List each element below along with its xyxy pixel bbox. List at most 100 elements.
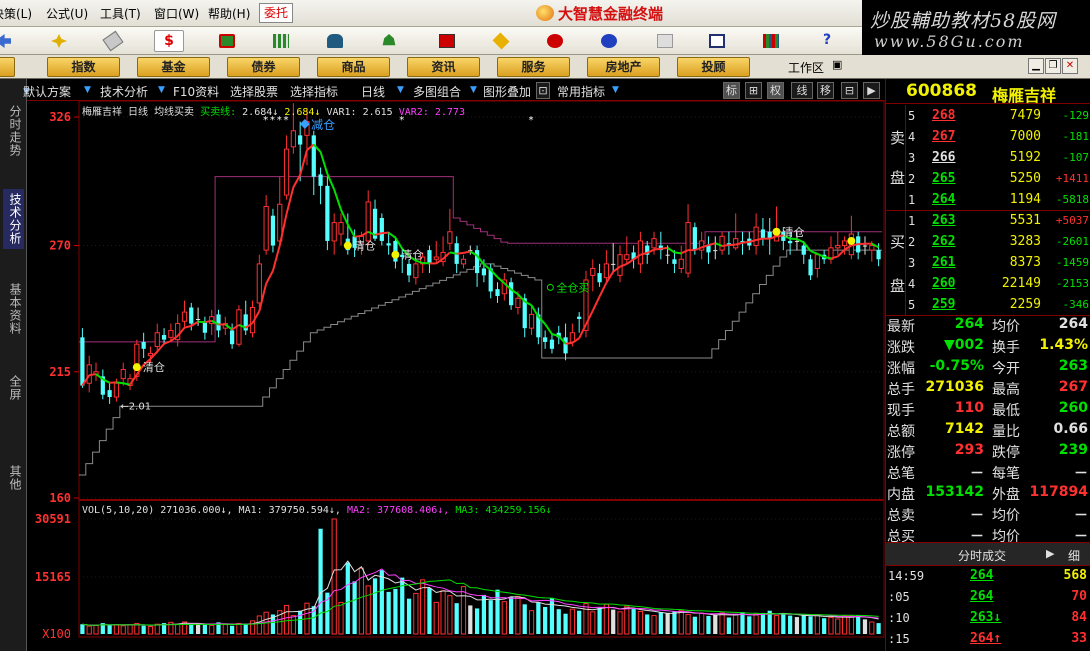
workarea-label[interactable]: 工作区 xyxy=(788,59,824,76)
lock-icon[interactable]: ⊡ xyxy=(536,82,550,99)
buy-price[interactable]: 262 xyxy=(932,234,955,249)
sell-row[interactable]: 4 267 7000 -181 xyxy=(906,127,1090,148)
sell-row[interactable]: 3 266 5192 -107 xyxy=(906,148,1090,169)
help-icon[interactable]: ? xyxy=(812,30,842,52)
trading-line-segment xyxy=(810,250,818,255)
printer-icon[interactable] xyxy=(650,30,680,52)
sell-volume: 5192 xyxy=(1009,150,1041,165)
cat-fund[interactable]: 基金 xyxy=(137,57,210,77)
alarm-icon[interactable] xyxy=(374,30,404,52)
volume-tick-label: X100 xyxy=(42,627,71,641)
sell-price[interactable]: 266 xyxy=(932,150,955,165)
dollar-icon[interactable]: $ xyxy=(154,30,184,52)
period-dropdown-icon[interactable]: ▼ xyxy=(397,85,404,95)
sell-price[interactable]: 267 xyxy=(932,129,955,144)
chart-area[interactable]: 326 270 215 160 30591 15165 X100 清仓 清仓 清仓 清仓 减仓 全仓买 ←… xyxy=(27,101,885,651)
volume-bar xyxy=(603,603,610,635)
buy-row[interactable]: 4 260 22149 -2153 xyxy=(906,274,1090,295)
close-icon[interactable]: ✕ xyxy=(1062,58,1078,74)
crosshair-button[interactable]: ⊞ xyxy=(745,82,762,99)
volume-ma1-line xyxy=(82,560,879,626)
play-button[interactable]: ▶ xyxy=(863,82,880,99)
select-indicator-button[interactable]: 选择指标 xyxy=(290,83,338,100)
f10-button[interactable]: F10资料 xyxy=(173,83,219,100)
scheme-dropdown-icon[interactable]: ▼ xyxy=(84,85,91,95)
menu-trade[interactable]: 委托 xyxy=(259,3,293,23)
chart-canvas[interactable]: 3262702151603059115165X100清仓清仓清仓清仓减仓全仓买←… xyxy=(27,101,885,651)
diamond-icon[interactable] xyxy=(486,30,516,52)
legend-period: 日线 xyxy=(128,107,149,118)
cat-stock[interactable]: 股 xyxy=(0,57,15,77)
pen-icon[interactable] xyxy=(540,30,570,52)
multi-chart-select[interactable]: 多图组合 xyxy=(413,83,461,100)
buy-row[interactable]: 2 262 3283 -2601 xyxy=(906,232,1090,253)
common-indicator-dropdown-icon[interactable]: ▼ xyxy=(612,85,619,95)
buy-price[interactable]: 263 xyxy=(932,213,955,228)
menu-tools[interactable]: 工具(T) xyxy=(100,5,141,22)
clock-icon[interactable] xyxy=(594,30,624,52)
scheme-select[interactable]: 默认方案 xyxy=(23,83,71,100)
buy-price[interactable]: 260 xyxy=(932,276,955,291)
buy-row[interactable]: 3 261 8373 -1459 xyxy=(906,253,1090,274)
mark-button[interactable]: 标 xyxy=(723,82,740,99)
binoculars-icon[interactable] xyxy=(320,30,350,52)
vtab-fundamental[interactable]: 基本资料 xyxy=(3,279,24,339)
sell-row[interactable]: 2 265 5250 +1411 xyxy=(906,169,1090,190)
cat-service[interactable]: 服务 xyxy=(497,57,570,77)
select-stock-button[interactable]: 选择股票 xyxy=(230,83,278,100)
zoom-button[interactable]: ⊟ xyxy=(841,82,858,99)
sell-row[interactable]: 5 268 7479 -129 xyxy=(906,106,1090,127)
common-indicator-select[interactable]: 常用指标 xyxy=(557,83,605,100)
technical-dropdown-icon[interactable]: ▼ xyxy=(158,85,165,95)
move-button[interactable]: 移 xyxy=(817,82,834,99)
rights-button[interactable]: 权 xyxy=(767,82,784,99)
menu-help[interactable]: 帮助(H) xyxy=(208,5,250,22)
cat-commodity[interactable]: 商品 xyxy=(317,57,390,77)
info-icon[interactable] xyxy=(432,30,462,52)
cat-index[interactable]: 指数 xyxy=(47,57,120,77)
multi-chart-dropdown-icon[interactable]: ▼ xyxy=(470,85,477,95)
vtab-other[interactable]: 其他 xyxy=(3,461,24,495)
overlay-button[interactable]: 图形叠加 xyxy=(483,83,531,100)
top-star-marker: * xyxy=(529,115,534,126)
volume-bar xyxy=(828,616,834,635)
buy-level: 2 xyxy=(908,235,916,249)
window-icon[interactable] xyxy=(702,30,732,52)
workarea-dropdown-icon[interactable]: ▣ xyxy=(832,58,842,71)
trade-arrow-icon[interactable]: ▶ xyxy=(1046,547,1054,560)
trade-header[interactable]: 分时成交 ▶ 细 xyxy=(886,542,1090,566)
cat-news[interactable]: 资讯 xyxy=(407,57,480,77)
vtab-technical[interactable]: 技术分析 xyxy=(3,189,24,249)
cat-bond[interactable]: 债券 xyxy=(227,57,300,77)
money-icon[interactable] xyxy=(212,30,242,52)
buy-price[interactable]: 261 xyxy=(932,255,955,270)
cat-realestate[interactable]: 房地产 xyxy=(587,57,660,77)
buy-price[interactable]: 259 xyxy=(932,297,955,312)
bar-chart-icon[interactable] xyxy=(756,30,786,52)
sell-price[interactable]: 268 xyxy=(932,108,955,123)
period-select[interactable]: 日线 xyxy=(361,83,385,100)
menu-window[interactable]: 窗口(W) xyxy=(154,5,199,22)
sell-row[interactable]: 1 264 1194 -5818 xyxy=(906,190,1090,211)
candle-body xyxy=(318,174,323,186)
trade-detail-button[interactable]: 细 xyxy=(1068,547,1080,564)
sell-price[interactable]: 264 xyxy=(932,192,955,207)
quote-label: 总卖 xyxy=(887,508,915,524)
menu-decision[interactable]: 决策(L) xyxy=(0,5,32,22)
move-icon[interactable] xyxy=(44,30,74,52)
grid-icon[interactable] xyxy=(266,30,296,52)
buy-row[interactable]: 5 259 2259 -346 xyxy=(906,295,1090,316)
restore-icon[interactable]: ❐ xyxy=(1045,58,1061,74)
buy-level: 4 xyxy=(908,277,916,291)
menu-formula[interactable]: 公式(U) xyxy=(46,5,88,22)
vtab-intraday[interactable]: 分时走势 xyxy=(3,101,24,161)
sell-price[interactable]: 265 xyxy=(932,171,955,186)
line-button[interactable]: 线 xyxy=(791,82,813,99)
buy-row[interactable]: 1 263 5531 +5037 xyxy=(906,211,1090,232)
minimize-icon[interactable]: ▁ xyxy=(1028,58,1044,74)
vtab-fullscreen[interactable]: 全屏 xyxy=(3,371,24,405)
back-icon[interactable] xyxy=(0,30,18,52)
cat-advisor[interactable]: 投顾 xyxy=(677,57,750,77)
technical-analysis-select[interactable]: 技术分析 xyxy=(100,83,148,100)
ruler-icon[interactable] xyxy=(98,30,128,52)
